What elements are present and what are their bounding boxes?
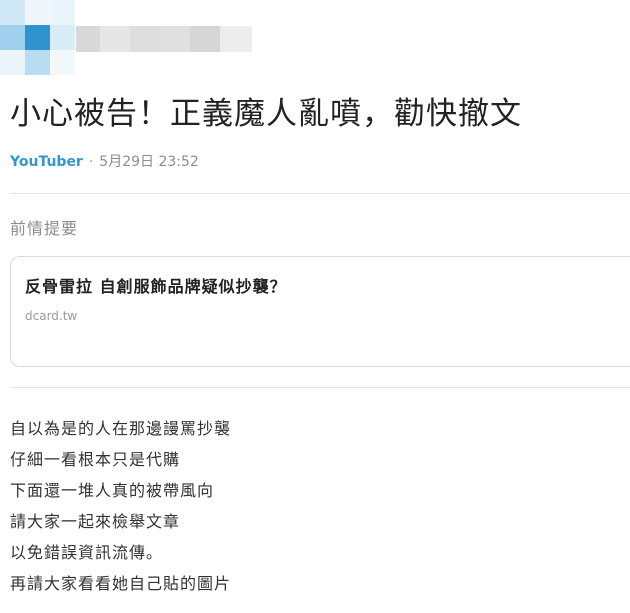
blur-block: [220, 26, 252, 52]
link-preview-title: 反骨雷拉 自創服飾品牌疑似抄襲？: [25, 277, 287, 296]
blur-block: [0, 0, 25, 25]
blur-block: [25, 0, 50, 25]
body-line: 仔細一看根本只是代購: [10, 450, 181, 469]
author-link[interactable]: YouTuber: [10, 154, 83, 170]
blur-block: [100, 26, 130, 52]
blur-block: [25, 25, 50, 50]
blur-block: [130, 26, 158, 52]
link-preview-domain: dcard.tw: [25, 309, 78, 323]
blur-block: [50, 25, 75, 50]
post-body: 自以為是的人在那邊謾罵抄襲 仔細一看根本只是代購 下面還一堆人真的被帶風向 請大…: [10, 418, 231, 604]
blur-block: [0, 50, 25, 75]
divider: [10, 193, 630, 194]
blur-block: [158, 26, 190, 52]
post-meta: YouTuber · 5月29日 23:52: [10, 151, 199, 171]
divider: [10, 387, 630, 388]
meta-separator: ·: [88, 154, 94, 170]
blur-block: [76, 26, 100, 52]
body-line: 再請大家看看她自己貼的圖片: [10, 574, 232, 593]
section-label: 前情提要: [10, 219, 79, 238]
blurred-avatar[interactable]: [0, 0, 76, 76]
post-page: 小心被告！正義魔人亂噴，勸快撤文 YouTuber · 5月29日 23:52 前情…: [0, 0, 630, 613]
blurred-poster-identity: [0, 0, 260, 78]
blur-block: [50, 50, 75, 75]
blur-block: [0, 25, 25, 50]
blur-block: [50, 0, 75, 25]
body-line: 請大家一起來檢舉文章: [10, 512, 181, 531]
blur-block: [190, 26, 220, 52]
blurred-poster-name[interactable]: [76, 26, 252, 52]
body-line: 自以為是的人在那邊謾罵抄襲: [10, 419, 232, 438]
body-line: 下面還一堆人真的被帶風向: [10, 481, 215, 500]
body-line: 以免錯誤資訊流傳。: [10, 543, 164, 562]
post-title: 小心被告！正義魔人亂噴，勸快撤文: [10, 96, 522, 132]
blur-block: [25, 50, 50, 75]
link-preview-card[interactable]: 反骨雷拉 自創服飾品牌疑似抄襲？ dcard.tw: [10, 256, 630, 367]
post-timestamp: 5月29日 23:52: [99, 154, 199, 170]
